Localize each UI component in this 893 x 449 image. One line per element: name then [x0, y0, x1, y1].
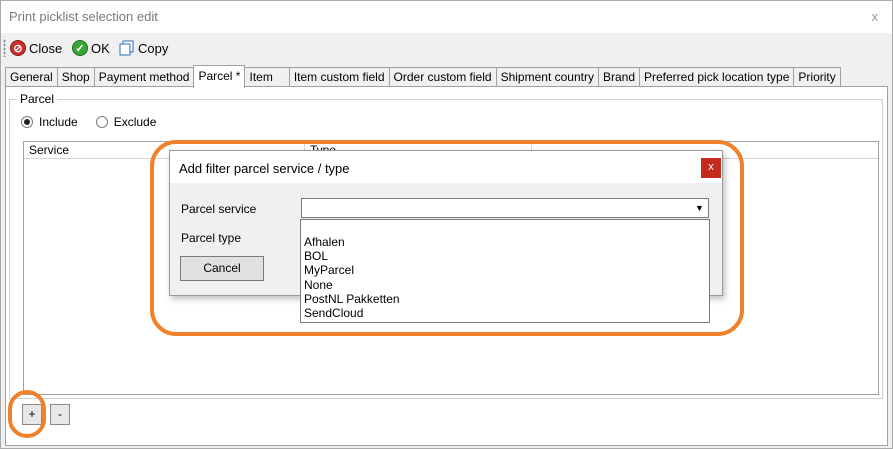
include-label[interactable]: Include — [39, 115, 78, 129]
tab-priority[interactable]: Priority — [793, 67, 841, 87]
close-button[interactable]: ⊘ Close — [10, 38, 62, 58]
include-radio[interactable] — [21, 116, 33, 128]
close-icon: ⊘ — [10, 40, 26, 56]
close-button-label: Close — [29, 40, 63, 56]
tab-shop[interactable]: Shop — [56, 67, 95, 87]
tab-payment-method[interactable]: Payment method — [93, 67, 195, 87]
tab-order-custom-field[interactable]: Order custom field — [388, 67, 497, 87]
ok-button[interactable]: ✓ OK — [72, 38, 110, 58]
parcel-service-select[interactable]: ▼ — [301, 198, 709, 218]
radio-selected-dot — [24, 119, 30, 125]
dialog-close-button[interactable]: x — [701, 158, 721, 178]
dropdown-option[interactable]: BOL — [304, 249, 328, 263]
dropdown-option[interactable]: MyParcel — [304, 263, 354, 277]
check-icon: ✓ — [72, 40, 88, 56]
copy-icon — [119, 40, 135, 56]
ok-button-label: OK — [91, 40, 110, 56]
title-bar: Print picklist selection edit x — [1, 1, 892, 33]
exclude-radio[interactable] — [95, 116, 108, 128]
cancel-button[interactable]: Cancel — [180, 256, 264, 281]
window-title: Print picklist selection edit — [9, 9, 158, 24]
toolbar-grip[interactable] — [3, 39, 6, 57]
tab-shipment-country[interactable]: Shipment country — [495, 67, 599, 87]
tab-item-custom-field[interactable]: Item custom field — [288, 67, 390, 87]
copy-button[interactable]: Copy — [119, 38, 168, 58]
window-close-button[interactable]: x — [872, 9, 879, 24]
dropdown-option[interactable]: None — [304, 278, 333, 292]
tab-preferred-pick-location-type[interactable]: Preferred pick location type — [639, 67, 795, 87]
toolbar: ⊘ Close ✓ OK Copy — [1, 34, 892, 62]
parcel-service-dropdown: Afhalen BOL MyParcel None PostNL Pakkett… — [300, 219, 710, 323]
dropdown-option[interactable]: Afhalen — [304, 235, 345, 249]
dropdown-option[interactable]: PostNL Pakketten — [304, 292, 400, 306]
tab-brand[interactable]: Brand — [597, 67, 640, 87]
remove-button[interactable]: - — [50, 404, 70, 425]
add-button[interactable]: + — [22, 404, 42, 425]
dialog-title: Add filter parcel service / type — [179, 161, 350, 176]
tab-parcel[interactable]: Parcel * — [193, 65, 246, 88]
tab-general[interactable]: General — [5, 67, 58, 87]
dropdown-option[interactable]: SendCloud — [304, 306, 363, 320]
dialog-title-bar: Add filter parcel service / type x — [170, 151, 722, 183]
tab-item[interactable]: Item — [244, 67, 290, 87]
parcel-group-legend: Parcel — [17, 92, 58, 106]
include-exclude-radios: Include Exclude — [21, 115, 168, 129]
exclude-label[interactable]: Exclude — [114, 115, 157, 129]
parcel-service-label: Parcel service — [181, 202, 257, 216]
parcel-type-label: Parcel type — [181, 231, 242, 245]
chevron-down-icon[interactable]: ▼ — [691, 199, 708, 217]
tab-strip: General Shop Payment method Parcel * Ite… — [5, 65, 841, 88]
copy-button-label: Copy — [138, 40, 169, 56]
